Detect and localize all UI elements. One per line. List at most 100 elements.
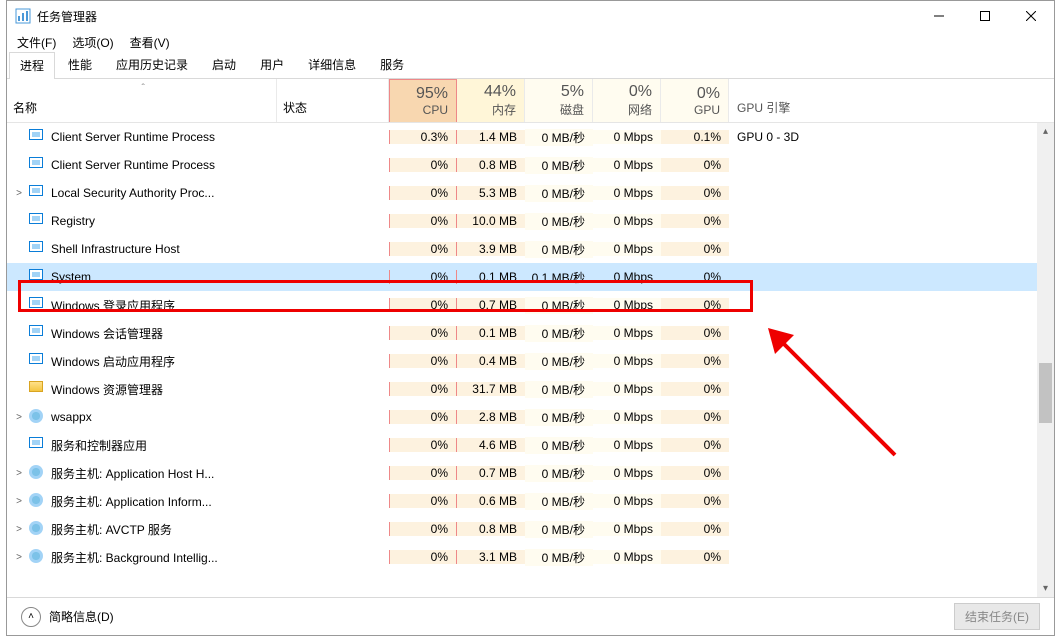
sort-indicator-icon: ˆ [142,83,145,94]
expand-icon[interactable]: > [9,412,29,423]
process-name: 服务主机: Application Inform... [51,493,212,510]
menu-file[interactable]: 文件(F) [13,32,60,53]
process-name: Windows 登录应用程序 [51,297,175,314]
cpu-cell: 0% [389,158,457,172]
mem-cell: 5.3 MB [457,186,525,200]
process-name-cell: >Local Security Authority Proc... [7,185,277,201]
cpu-cell: 0% [389,494,457,508]
process-row[interactable]: Client Server Runtime Process0%0.8 MB0 M… [7,151,1054,179]
expand-icon[interactable]: > [9,552,29,563]
process-name: Shell Infrastructure Host [51,242,180,256]
cpu-cell: 0% [389,326,457,340]
process-row[interactable]: 服务和控制器应用0%4.6 MB0 MB/秒0 Mbps0% [7,431,1054,459]
process-row[interactable]: Windows 登录应用程序0%0.7 MB0 MB/秒0 Mbps0% [7,291,1054,319]
column-headers: ˆ 名称 状态 95% CPU 44% 内存 5% 磁盘 0% 网络 0% [7,79,1054,123]
cpu-cell: 0% [389,466,457,480]
disk-cell: 0 MB/秒 [525,157,593,174]
process-name-cell: > wsappx [7,409,277,425]
maximize-button[interactable] [962,1,1008,31]
tab-1[interactable]: 性能 [57,51,103,78]
gpu-cell: 0% [661,550,729,564]
process-name: wsappx [51,410,92,424]
tab-2[interactable]: 应用历史记录 [105,51,199,78]
cpu-cell: 0% [389,298,457,312]
net-cell: 0 Mbps [593,382,661,396]
fewer-details-label[interactable]: 简略信息(D) [49,608,114,625]
menu-view[interactable]: 查看(V) [126,32,174,53]
process-icon [29,157,45,173]
col-cpu[interactable]: 95% CPU [389,79,457,122]
process-name: Windows 资源管理器 [51,381,163,398]
process-name-cell: >服务主机: AVCTP 服务 [7,521,277,538]
expand-icon[interactable]: > [9,468,29,479]
process-row[interactable]: Shell Infrastructure Host0%3.9 MB0 MB/秒0… [7,235,1054,263]
process-icon [29,297,45,313]
process-row[interactable]: >wsappx0%2.8 MB0 MB/秒0 Mbps0% [7,403,1054,431]
col-network[interactable]: 0% 网络 [593,79,661,122]
col-status[interactable]: 状态 [277,79,389,122]
process-icon [29,409,45,425]
disk-cell: 0 MB/秒 [525,241,593,258]
col-gpu[interactable]: 0% GPU [661,79,729,122]
mem-cell: 3.1 MB [457,550,525,564]
process-row[interactable]: >服务主机: Background Intellig...0%3.1 MB0 M… [7,543,1054,571]
scroll-thumb[interactable] [1039,363,1052,423]
tab-6[interactable]: 服务 [369,51,415,78]
process-row[interactable]: Client Server Runtime Process0.3%1.4 MB0… [7,123,1054,151]
tab-0[interactable]: 进程 [9,52,55,79]
gpu-cell: 0% [661,438,729,452]
expand-icon[interactable]: > [9,188,29,199]
mem-cell: 10.0 MB [457,214,525,228]
process-icon [29,381,45,397]
net-cell: 0 Mbps [593,298,661,312]
net-cell: 0 Mbps [593,214,661,228]
tab-5[interactable]: 详细信息 [297,51,367,78]
process-row[interactable]: Windows 启动应用程序0%0.4 MB0 MB/秒0 Mbps0% [7,347,1054,375]
menu-options[interactable]: 选项(O) [68,32,117,53]
net-cell: 0 Mbps [593,494,661,508]
process-row[interactable]: System0%0.1 MB0.1 MB/秒0 Mbps0% [7,263,1054,291]
process-icon [29,185,45,201]
process-row[interactable]: Windows 资源管理器0%31.7 MB0 MB/秒0 Mbps0% [7,375,1054,403]
cpu-cell: 0.3% [389,130,457,144]
disk-cell: 0 MB/秒 [525,213,593,230]
process-row[interactable]: >Local Security Authority Proc...0%5.3 M… [7,179,1054,207]
process-row[interactable]: >服务主机: Application Host H...0%0.7 MB0 MB… [7,459,1054,487]
cpu-cell: 0% [389,214,457,228]
gpu-cell: 0% [661,494,729,508]
expand-icon[interactable]: > [9,496,29,507]
process-icon [29,521,45,537]
scroll-up-icon[interactable]: ▴ [1037,123,1054,140]
scroll-down-icon[interactable]: ▾ [1037,580,1054,597]
tabbar: 进程性能应用历史记录启动用户详细信息服务 [7,53,1054,79]
process-row[interactable]: Windows 会话管理器0%0.1 MB0 MB/秒0 Mbps0% [7,319,1054,347]
process-name: Client Server Runtime Process [51,158,215,172]
col-disk[interactable]: 5% 磁盘 [525,79,593,122]
mem-cell: 0.8 MB [457,522,525,536]
process-row[interactable]: >服务主机: Application Inform...0%0.6 MB0 MB… [7,487,1054,515]
tab-4[interactable]: 用户 [249,51,295,78]
minimize-button[interactable] [916,1,962,31]
fewer-details-icon[interactable]: ˄ [21,607,41,627]
col-name[interactable]: ˆ 名称 [7,79,277,122]
process-row[interactable]: >服务主机: AVCTP 服务0%0.8 MB0 MB/秒0 Mbps0% [7,515,1054,543]
mem-cell: 0.7 MB [457,298,525,312]
cpu-cell: 0% [389,550,457,564]
process-icon [29,493,45,509]
process-name-cell: Windows 登录应用程序 [7,297,277,314]
process-icon [29,213,45,229]
tab-3[interactable]: 启动 [201,51,247,78]
process-row[interactable]: Registry0%10.0 MB0 MB/秒0 Mbps0% [7,207,1054,235]
net-cell: 0 Mbps [593,438,661,452]
expand-icon[interactable]: > [9,524,29,535]
close-button[interactable] [1008,1,1054,31]
cpu-cell: 0% [389,410,457,424]
menubar: 文件(F) 选项(O) 查看(V) [7,31,1054,53]
net-cell: 0 Mbps [593,158,661,172]
end-task-button[interactable]: 结束任务(E) [954,603,1040,630]
scrollbar[interactable]: ▴ ▾ [1037,123,1054,597]
process-list[interactable]: Client Server Runtime Process0.3%1.4 MB0… [7,123,1054,597]
col-memory[interactable]: 44% 内存 [457,79,525,122]
col-gpu-engine[interactable]: GPU 引擎 [729,79,1054,122]
mem-cell: 0.4 MB [457,354,525,368]
